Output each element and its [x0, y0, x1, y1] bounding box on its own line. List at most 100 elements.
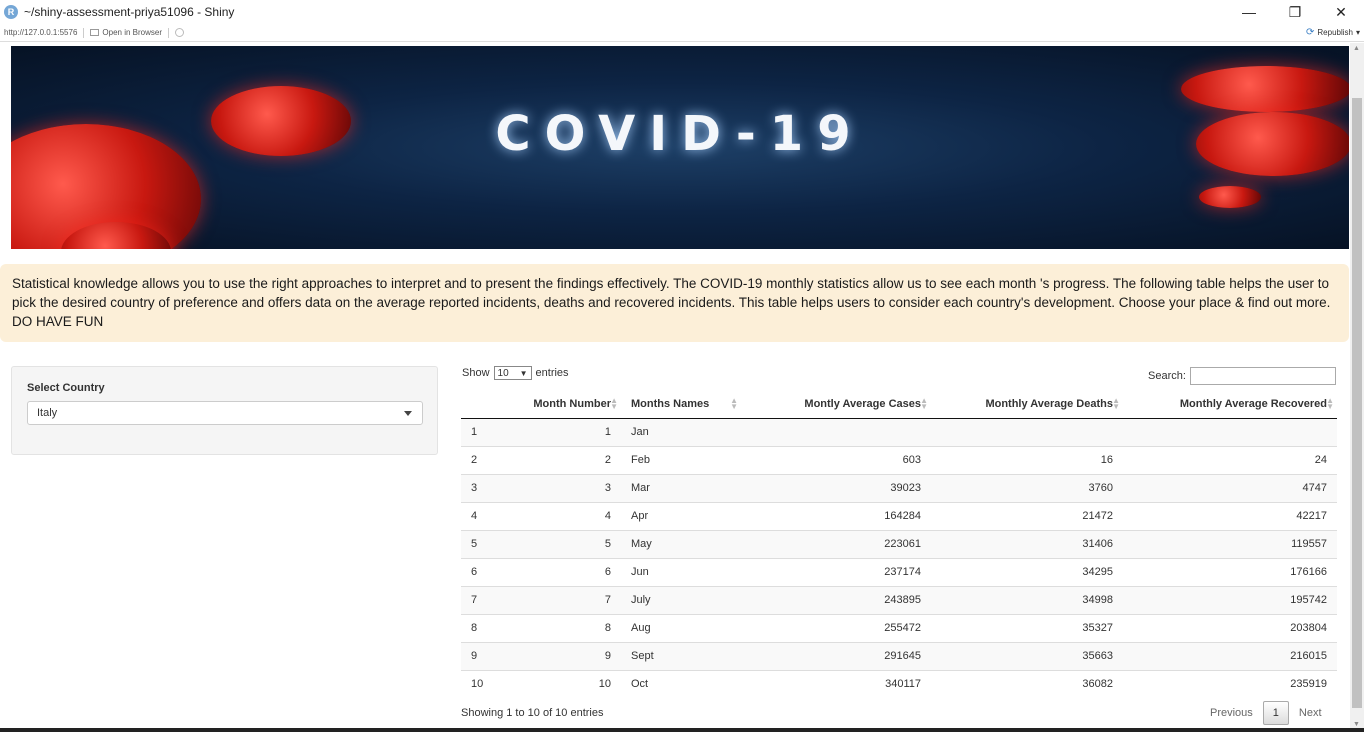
header-recovered[interactable]: Monthly Average Recovered ▲ ▼ — [1123, 390, 1337, 419]
cell-recovered: 216015 — [1123, 641, 1337, 670]
restore-button[interactable]: ❐ — [1272, 0, 1318, 24]
cell-index: 1 — [461, 417, 509, 446]
cell-recovered: 42217 — [1123, 501, 1337, 530]
cell-cases: 603 — [741, 445, 931, 474]
table-row: 6 6 Jun 237174 34295 176166 — [461, 557, 1337, 586]
header-deaths[interactable]: Monthly Average Deaths ▲ ▼ — [931, 390, 1123, 419]
cell-month-name: Apr — [621, 501, 741, 530]
cell-recovered: 24 — [1123, 445, 1337, 474]
header-index[interactable] — [461, 390, 509, 419]
scrollbar-thumb[interactable] — [1352, 98, 1362, 708]
cell-deaths: 3760 — [931, 473, 1123, 502]
table-row: 4 4 Apr 164284 21472 42217 — [461, 501, 1337, 530]
cell-cases — [741, 417, 931, 446]
cell-month-name: May — [621, 529, 741, 558]
window-controls: — ❐ ✕ — [1226, 0, 1364, 24]
cell-month-number: 2 — [509, 445, 621, 474]
cell-cases: 237174 — [741, 557, 931, 586]
table-row: 9 9 Sept 291645 35663 216015 — [461, 641, 1337, 670]
cell-month-name: Jun — [621, 557, 741, 586]
table-search: Search: — [1148, 367, 1336, 385]
cell-index: 4 — [461, 501, 509, 530]
banner-title: COVID-19 — [495, 106, 865, 162]
open-in-browser-button[interactable]: Open in Browser — [90, 28, 162, 37]
chevron-down-icon: ▾ — [1355, 28, 1360, 37]
cell-recovered: 119557 — [1123, 529, 1337, 558]
cell-recovered — [1123, 417, 1337, 446]
header-month-number[interactable]: Month Number ▲ ▼ — [509, 390, 621, 419]
cell-deaths: 16 — [931, 445, 1123, 474]
cell-deaths: 34998 — [931, 585, 1123, 614]
cell-recovered: 176166 — [1123, 557, 1337, 586]
country-select-value: Italy — [37, 407, 58, 419]
header-label: Monthly Average Recovered — [1179, 397, 1327, 410]
cell-month-number: 1 — [509, 417, 621, 446]
cell-index: 7 — [461, 585, 509, 614]
sort-icon: ▲ ▼ — [1112, 396, 1120, 411]
table-info: Showing 1 to 10 of 10 entries — [461, 707, 604, 719]
cell-recovered: 195742 — [1123, 585, 1337, 614]
scroll-down-icon[interactable]: ▼ — [1353, 721, 1360, 728]
covid-banner-image: COVID-19 — [11, 46, 1349, 249]
toolbar-divider — [168, 27, 169, 38]
close-button[interactable]: ✕ — [1318, 0, 1364, 24]
taskbar-edge — [0, 728, 1364, 732]
show-label: Show — [462, 367, 490, 379]
search-input[interactable] — [1189, 367, 1336, 385]
window-title-bar: R ~/shiny-assessment-priya51096 - Shiny … — [0, 0, 1364, 24]
table-row: 3 3 Mar 39023 3760 4747 — [461, 473, 1337, 502]
cell-month-number: 3 — [509, 473, 621, 502]
browser-window-icon — [90, 29, 100, 36]
minimize-button[interactable]: — — [1226, 0, 1272, 24]
previous-button[interactable]: Previous — [1200, 701, 1263, 725]
cell-index: 6 — [461, 557, 509, 586]
cell-recovered: 4747 — [1123, 473, 1337, 502]
cell-deaths: 34295 — [931, 557, 1123, 586]
sort-icon: ▲ ▼ — [610, 396, 618, 411]
next-button[interactable]: Next — [1289, 701, 1332, 725]
cell-month-number: 4 — [509, 501, 621, 530]
search-label: Search: — [1148, 370, 1186, 382]
chevron-down-icon — [404, 411, 412, 416]
sort-icon: ▲ ▼ — [730, 396, 738, 411]
virus-graphic — [1199, 186, 1261, 208]
header-label: Montly Average Cases — [804, 397, 921, 410]
scroll-up-icon[interactable]: ▲ — [1353, 45, 1360, 52]
publish-icon: ⟳ — [1306, 27, 1315, 38]
sidebar-panel: Select Country Italy — [11, 366, 438, 455]
cell-index: 2 — [461, 445, 509, 474]
table-length-control: Show 10 ▼ entries — [462, 366, 569, 380]
cell-cases: 39023 — [741, 473, 931, 502]
description-panel: Statistical knowledge allows you to use … — [0, 264, 1349, 342]
table-row: 8 8 Aug 255472 35327 203804 — [461, 613, 1337, 642]
viewer-toolbar: http://127.0.0.1:5576 Open in Browser ⟳ … — [0, 24, 1364, 42]
republish-label: Republish — [1317, 28, 1353, 37]
cell-index: 10 — [461, 669, 509, 698]
window-title: ~/shiny-assessment-priya51096 - Shiny — [24, 5, 235, 19]
url-text: http://127.0.0.1:5576 — [4, 28, 78, 37]
cell-index: 9 — [461, 641, 509, 670]
cell-deaths: 35327 — [931, 613, 1123, 642]
country-select[interactable]: Italy — [27, 401, 423, 425]
entries-select[interactable]: 10 ▼ — [493, 366, 532, 380]
table-header-row: Month Number ▲ ▼ Months Names ▲ ▼ Montly Ave… — [461, 390, 1337, 419]
header-cases[interactable]: Montly Average Cases ▲ ▼ — [741, 390, 931, 419]
cell-deaths: 31406 — [931, 529, 1123, 558]
sort-icon: ▲ ▼ — [920, 396, 928, 411]
cell-month-number: 7 — [509, 585, 621, 614]
cell-deaths: 35663 — [931, 641, 1123, 670]
data-table: Month Number ▲ ▼ Months Names ▲ ▼ Montly Ave… — [461, 390, 1337, 698]
cell-index: 3 — [461, 473, 509, 502]
cell-month-name: July — [621, 585, 741, 614]
open-in-browser-label: Open in Browser — [102, 28, 162, 37]
vertical-scrollbar[interactable]: ▲ ▼ — [1350, 43, 1364, 732]
cell-index: 8 — [461, 613, 509, 642]
cell-month-name: Jan — [621, 417, 741, 446]
republish-button[interactable]: ⟳ Republish ▾ — [1306, 27, 1360, 38]
header-month-name[interactable]: Months Names ▲ ▼ — [621, 390, 741, 419]
page-button[interactable]: 1 — [1262, 701, 1289, 725]
entries-label: entries — [535, 367, 569, 379]
cell-cases: 243895 — [741, 585, 931, 614]
refresh-icon[interactable] — [175, 28, 184, 37]
table-row: 7 7 July 243895 34998 195742 — [461, 585, 1337, 614]
